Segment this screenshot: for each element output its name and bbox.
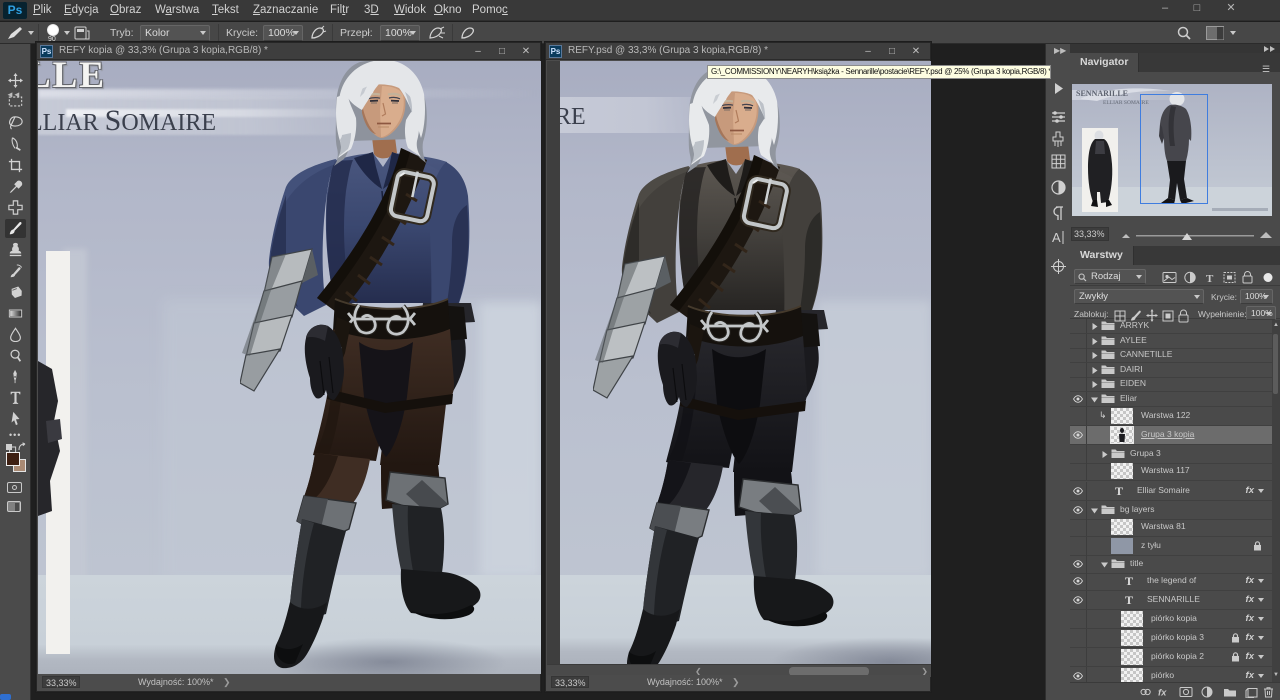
svg-text:T: T: [1206, 273, 1214, 284]
svg-text:SENNARILLE: SENNARILLE: [1076, 89, 1128, 98]
svg-text:fx: fx: [1158, 688, 1167, 699]
svg-text:A: A: [1052, 230, 1061, 245]
